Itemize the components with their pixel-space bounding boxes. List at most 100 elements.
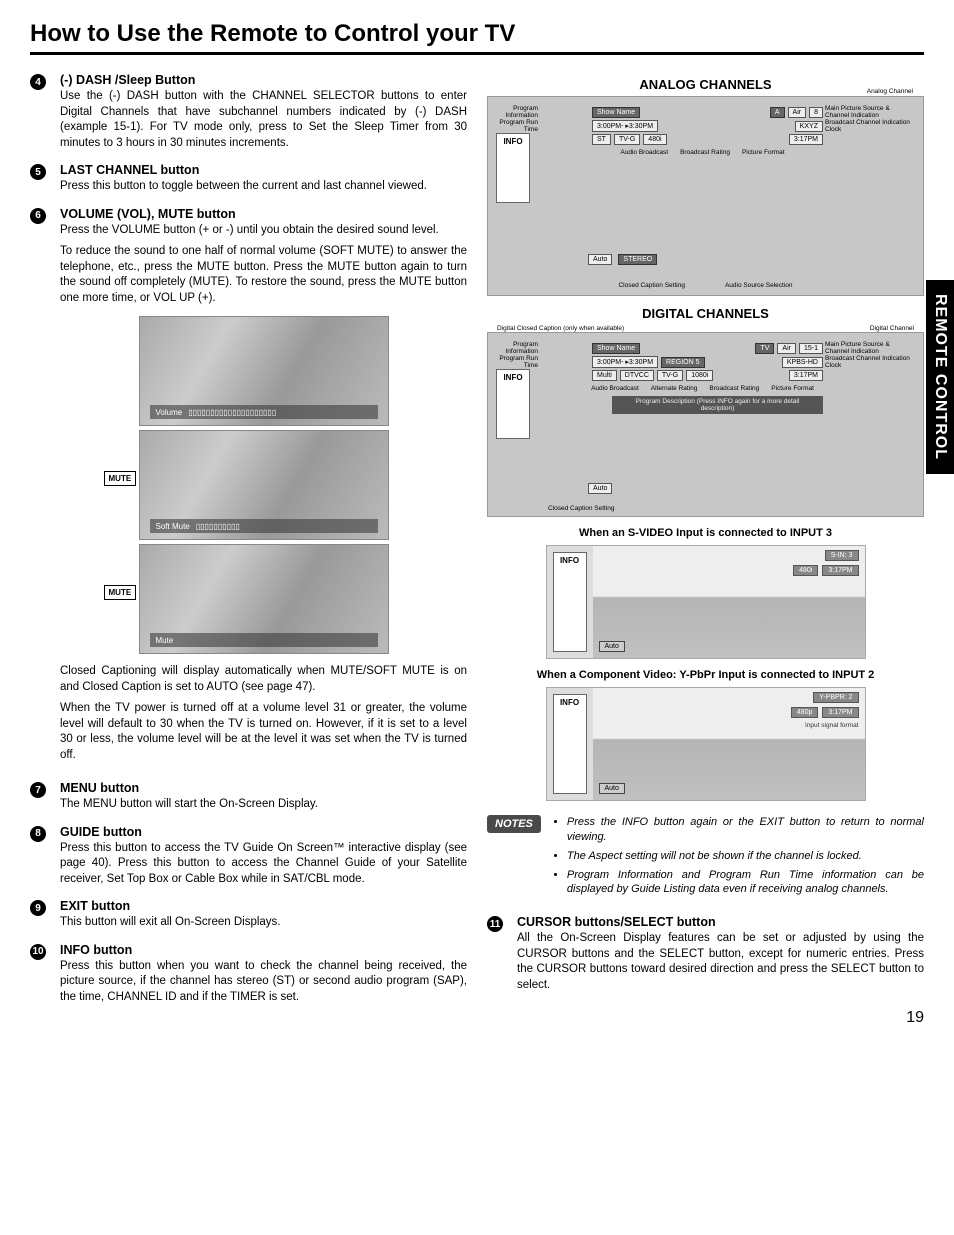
analog-below-2: Broadcast Rating — [680, 149, 730, 156]
component-info: INFO — [553, 694, 587, 794]
item-8-text: Press this button to access the TV Guide… — [60, 841, 467, 888]
analog-top-right-label: Analog Channel — [867, 88, 913, 95]
bullet-5: 5 — [30, 164, 46, 180]
digital-below-3: Broadcast Rating — [709, 385, 759, 392]
item-4: 4 (-) DASH /Sleep Button Use the (-) DAS… — [30, 73, 467, 151]
digital-below-1: Audio Broadcast — [591, 385, 639, 392]
analog-below-1: Audio Broadcast — [620, 149, 668, 156]
item-8-title: GUIDE button — [60, 825, 467, 839]
digital-1080i: 1080i — [686, 370, 713, 381]
component-auto: Auto — [599, 783, 625, 794]
page-number: 19 — [906, 1009, 924, 1027]
item-8: 8 GUIDE button Press this button to acce… — [30, 825, 467, 888]
component-label: Y-PBPR: 2 — [813, 692, 858, 703]
item-7-title: MENU button — [60, 781, 467, 795]
digital-sub-right: Digital Channel — [870, 325, 914, 332]
illus-mute: MUTE Mute — [139, 544, 389, 654]
component-diagram: INFO Y-PBPR: 2 480p 3:17PM Input signal … — [546, 687, 866, 801]
svideo-clock: 3:17PM — [822, 565, 858, 576]
digital-sub-left: Digital Closed Caption (only when availa… — [497, 325, 624, 332]
digital-clock: 3:17PM — [789, 370, 823, 381]
bullet-4: 4 — [30, 74, 46, 90]
item-7: 7 MENU button The MENU button will start… — [30, 781, 467, 813]
svideo-auto: Auto — [599, 641, 625, 652]
item-7-text: The MENU button will start the On-Screen… — [60, 797, 467, 813]
note-2: The Aspect setting will not be shown if … — [567, 849, 924, 864]
digital-title: DIGITAL CHANNELS — [487, 306, 924, 321]
item-5-title: LAST CHANNEL button — [60, 163, 467, 177]
digital-right-callout: Main Picture Source & Channel Indication… — [825, 341, 915, 370]
item-6-p1: Press the VOLUME button (+ or -) until y… — [60, 223, 467, 239]
digital-multi: Multi — [592, 370, 617, 381]
bullet-8: 8 — [30, 826, 46, 842]
item-11-title: CURSOR buttons/SELECT button — [517, 915, 924, 929]
svideo-fmt: 480i — [793, 565, 818, 576]
svideo-diagram: INFO S-IN: 3 480i 3:17PM Auto — [546, 545, 866, 659]
bar-softmute-label: Soft Mute — [156, 522, 190, 531]
item-5: 5 LAST CHANNEL button Press this button … — [30, 163, 467, 195]
notes-block: NOTES Press the INFO button again or the… — [487, 815, 924, 901]
component-heading: When a Component Video: Y-PbPr Input is … — [487, 669, 924, 681]
note-3: Program Information and Program Run Time… — [567, 868, 924, 898]
item-9-text: This button will exit all On-Screen Disp… — [60, 915, 467, 931]
bullet-11: 11 — [487, 916, 503, 932]
analog-clock: 3:17PM — [789, 134, 823, 145]
analog-right-callout: Main Picture Source & Channel Indication… — [825, 105, 915, 134]
digital-diagram: Program Information Program Run Time INF… — [487, 332, 924, 517]
item-11: 11 CURSOR buttons/SELECT button All the … — [487, 915, 924, 993]
mute-illustrations: Volume▯▯▯▯▯▯▯▯▯▯▯▯▯▯▯▯▯▯▯▯ MUTE Soft Mut… — [60, 316, 467, 654]
bullet-10: 10 — [30, 944, 46, 960]
digital-below-4: Picture Format — [771, 385, 814, 392]
notes-badge: NOTES — [487, 815, 541, 833]
item-11-text: All the On-Screen Display features can b… — [517, 931, 924, 993]
bar-mute-label: Mute — [156, 636, 174, 645]
digital-left-callout: Program Information Program Run Time — [496, 341, 538, 370]
svideo-heading: When an S-VIDEO Input is connected to IN… — [487, 527, 924, 539]
svideo-info: INFO — [553, 552, 587, 652]
component-signal: Input signal format — [805, 722, 858, 729]
digital-show: Show Name — [592, 343, 640, 354]
item-5-text: Press this button to toggle between the … — [60, 179, 467, 195]
digital-below-2: Alternate Rating — [651, 385, 698, 392]
note-1: Press the INFO button again or the EXIT … — [567, 815, 924, 845]
analog-st: ST — [592, 134, 611, 145]
page-title: How to Use the Remote to Control your TV — [30, 20, 924, 55]
analog-time: 3:00PM- ▸3:30PM — [592, 120, 658, 132]
component-clock: 3:17PM — [822, 707, 858, 718]
svideo-scene: S-IN: 3 480i 3:17PM Auto — [593, 546, 865, 658]
item-10-text: Press this button when you want to check… — [60, 959, 467, 1006]
content-columns: 4 (-) DASH /Sleep Button Use the (-) DAS… — [30, 73, 924, 1017]
digital-prog-desc: Program Description (Press INFO again fo… — [612, 396, 823, 414]
analog-kxyz: KXYZ — [795, 121, 823, 132]
digital-region: REGION 5 — [661, 357, 704, 368]
analog-a: A — [770, 107, 785, 118]
bullet-9: 9 — [30, 900, 46, 916]
analog-diagram: Analog Channel Program Information Progr… — [487, 96, 924, 296]
item-6-p4: When the TV power is turned off at a vol… — [60, 701, 467, 763]
analog-info-box: INFO — [496, 133, 530, 203]
analog-bottom-1: Closed Caption Setting — [618, 282, 685, 289]
illus-softmute: MUTE Soft Mute▯▯▯▯▯▯▯▯▯▯ — [139, 430, 389, 540]
analog-show: Show Name — [592, 107, 640, 118]
bullet-6: 6 — [30, 208, 46, 224]
side-tab: REMOTE CONTROL — [926, 280, 954, 474]
left-column: 4 (-) DASH /Sleep Button Use the (-) DAS… — [30, 73, 467, 1017]
item-10-title: INFO button — [60, 943, 467, 957]
digital-ch: 15-1 — [799, 343, 823, 354]
analog-air: Air — [788, 107, 807, 118]
digital-time: 3:00PM- ▸3:30PM — [592, 356, 658, 368]
digital-dtvcc: DTVCC — [620, 370, 654, 381]
item-6-title: VOLUME (VOL), MUTE button — [60, 207, 467, 221]
illus-volume: Volume▯▯▯▯▯▯▯▯▯▯▯▯▯▯▯▯▯▯▯▯ — [139, 316, 389, 426]
component-fmt: 480p — [791, 707, 819, 718]
analog-bottom-2: Audio Source Selection — [725, 282, 793, 289]
item-4-text: Use the (-) DASH button with the CHANNEL… — [60, 89, 467, 151]
digital-info-box: INFO — [496, 369, 530, 439]
item-9: 9 EXIT button This button will exit all … — [30, 899, 467, 931]
bar-volume-label: Volume — [156, 408, 183, 417]
bullet-7: 7 — [30, 782, 46, 798]
item-9-title: EXIT button — [60, 899, 467, 913]
digital-tvg: TV-G — [657, 370, 683, 381]
mute-tag-1: MUTE — [104, 471, 137, 486]
analog-auto: Auto — [588, 254, 612, 265]
